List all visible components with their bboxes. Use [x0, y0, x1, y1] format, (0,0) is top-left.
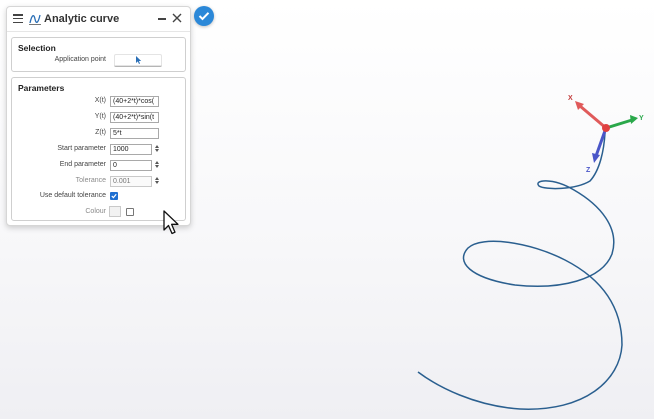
minimize-icon[interactable]: [157, 11, 167, 25]
mouse-cursor-icon: [163, 210, 179, 235]
tolerance-label: Tolerance: [75, 177, 106, 184]
y-function-label: Y(t): [94, 113, 106, 120]
curve-icon: [29, 14, 41, 25]
application-point-label: Application point: [54, 56, 106, 63]
x-axis-label: X: [568, 95, 573, 102]
application-point-picker[interactable]: [114, 54, 162, 67]
x-axis: [579, 104, 607, 130]
tolerance-input[interactable]: 0.001: [110, 176, 152, 187]
checkmark-icon: [111, 193, 117, 199]
analytic-curve[interactable]: [417, 132, 623, 410]
axis-triad: X Y Z: [568, 95, 644, 174]
checkmark-icon: [198, 12, 210, 21]
panel-title: Analytic curve: [44, 13, 120, 25]
hamburger-icon[interactable]: [13, 14, 23, 24]
close-icon[interactable]: [171, 11, 183, 25]
start-parameter-input[interactable]: 1000: [110, 144, 152, 155]
z-axis-label: Z: [586, 167, 591, 174]
parameters-title: Parameters: [18, 83, 65, 93]
colour-swatch[interactable]: [109, 206, 121, 217]
colour-checkbox[interactable]: [126, 208, 134, 216]
default-tolerance-checkbox[interactable]: [110, 192, 118, 200]
pointer-icon: [136, 56, 142, 64]
colour-label: Colour: [85, 208, 106, 215]
y-axis-arrow: [630, 115, 638, 124]
end-parameter-stepper[interactable]: [154, 160, 160, 171]
panel-titlebar: Analytic curve: [7, 7, 190, 32]
start-parameter-stepper[interactable]: [154, 144, 160, 155]
default-tolerance-label: Use default tolerance: [39, 192, 106, 199]
end-parameter-label: End parameter: [59, 161, 106, 168]
parameters-section: Parameters X(t) (40+2*t)*cos( Y(t) (40+2…: [11, 77, 186, 221]
z-axis-arrow: [592, 153, 600, 163]
triad-origin: [602, 124, 610, 132]
x-function-label: X(t): [94, 97, 106, 104]
y-axis: [605, 118, 633, 130]
start-parameter-label: Start parameter: [57, 145, 106, 152]
y-function-input[interactable]: (40+2*t)*sin(t: [110, 112, 159, 123]
y-axis-label: Y: [639, 115, 644, 122]
x-function-input[interactable]: (40+2*t)*cos(: [110, 96, 159, 107]
confirm-button[interactable]: [194, 6, 214, 26]
tolerance-stepper[interactable]: [154, 176, 160, 187]
selection-section: Selection Application point: [11, 37, 186, 72]
end-parameter-input[interactable]: 0: [110, 160, 152, 171]
analytic-curve-panel: Analytic curve Selection Application poi…: [6, 6, 191, 226]
selection-title: Selection: [18, 43, 56, 53]
z-function-input[interactable]: 5*t: [110, 128, 159, 139]
z-function-label: Z(t): [95, 129, 106, 136]
